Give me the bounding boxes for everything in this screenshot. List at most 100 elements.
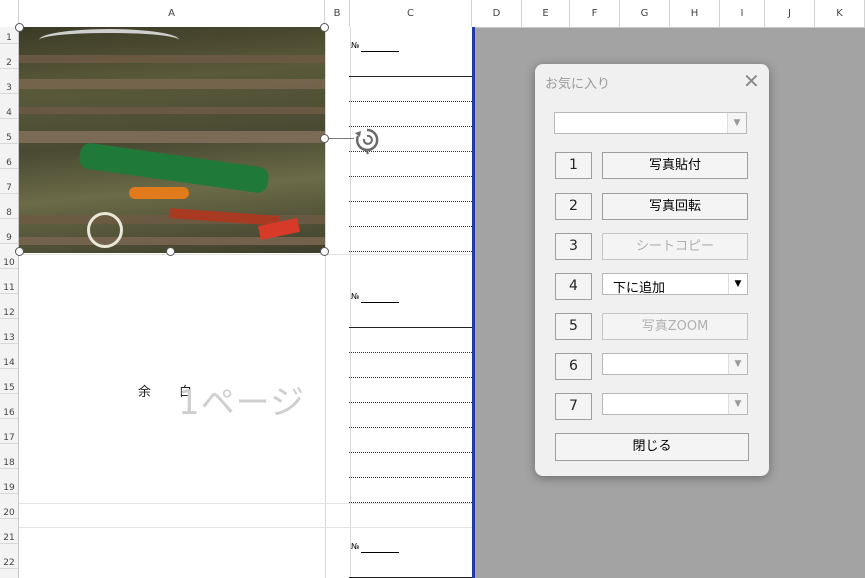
chevron-down-icon[interactable]: ▼	[727, 113, 746, 133]
row-header[interactable]: 16	[0, 408, 18, 419]
number-button-6[interactable]: 6	[555, 353, 592, 380]
photo-detail	[19, 55, 325, 63]
row-header[interactable]: 5	[0, 133, 18, 144]
form-line	[349, 76, 472, 77]
form-line	[349, 251, 472, 252]
rotate-handle-icon[interactable]	[354, 127, 380, 159]
form-line	[349, 502, 472, 503]
row-header[interactable]: 22	[0, 558, 18, 569]
favorites-dialog: お気に入り ✕ ▼ 1 写真貼付 2 写真回転 3 シートコピー 4 下に追加 …	[535, 64, 769, 476]
resize-handle[interactable]	[320, 134, 329, 143]
resize-handle[interactable]	[166, 247, 175, 256]
row-header[interactable]: 2	[0, 58, 18, 69]
row-header[interactable]: 12	[0, 308, 18, 319]
forest-photo[interactable]	[19, 27, 325, 253]
number-label: №	[351, 542, 360, 551]
resize-handle[interactable]	[320, 23, 329, 32]
sheet-copy-button[interactable]: シートコピー	[602, 233, 748, 260]
row-header[interactable]: 11	[0, 283, 18, 294]
row-header[interactable]: 14	[0, 358, 18, 369]
form-line	[349, 452, 472, 453]
column-header-h[interactable]: H	[670, 0, 720, 27]
page-break-line	[472, 27, 475, 578]
chevron-down-icon[interactable]: ▼	[728, 274, 747, 294]
chevron-down-icon[interactable]: ▼	[728, 354, 747, 374]
row-header[interactable]: 3	[0, 83, 18, 94]
column-header-i[interactable]: I	[720, 0, 765, 27]
add-below-value: 下に追加	[613, 281, 666, 296]
row-header[interactable]: 21	[0, 533, 18, 544]
form-line	[349, 101, 472, 102]
row-header[interactable]: 15	[0, 383, 18, 394]
form-line	[349, 477, 472, 478]
top-combo[interactable]: ▼	[554, 112, 747, 134]
gridline	[350, 27, 351, 578]
number-button-3[interactable]: 3	[555, 233, 592, 260]
column-header-j[interactable]: J	[765, 0, 815, 27]
form-line	[349, 377, 472, 378]
row-header[interactable]: 7	[0, 183, 18, 194]
number-underline	[361, 302, 399, 303]
row-header[interactable]: 6	[0, 158, 18, 169]
form-line	[349, 201, 472, 202]
row-header[interactable]: 4	[0, 108, 18, 119]
row-header[interactable]: 10	[0, 258, 18, 269]
photo-detail	[19, 107, 325, 114]
photo-detail	[19, 131, 325, 143]
close-button[interactable]: 閉じる	[555, 433, 749, 461]
number-button-4[interactable]: 4	[555, 273, 592, 300]
number-label: №	[351, 41, 360, 50]
row-header[interactable]: 9	[0, 233, 18, 244]
column-header-a[interactable]: A	[19, 0, 325, 27]
page-watermark: 1ページ	[178, 383, 305, 423]
column-header-c[interactable]: C	[350, 0, 472, 27]
form-line	[349, 176, 472, 177]
rotate-connector	[329, 138, 354, 139]
photo-detail	[19, 237, 325, 245]
row-header[interactable]: 20	[0, 508, 18, 519]
number-button-7[interactable]: 7	[555, 393, 592, 420]
gridline	[19, 527, 472, 528]
column-header-e[interactable]: E	[522, 0, 570, 27]
row-header[interactable]: 1	[0, 33, 18, 44]
resize-handle[interactable]	[320, 247, 329, 256]
row-header[interactable]: 13	[0, 333, 18, 344]
close-icon[interactable]: ✕	[743, 69, 760, 93]
photo-detail	[87, 212, 123, 248]
rotate-photo-button[interactable]: 写真回転	[602, 193, 748, 220]
number-button-2[interactable]: 2	[555, 193, 592, 220]
column-header-b[interactable]: B	[325, 0, 350, 27]
chevron-down-icon[interactable]: ▼	[728, 394, 747, 414]
photo-detail	[39, 29, 179, 51]
row7-combo[interactable]: ▼	[602, 393, 748, 415]
paste-photo-button[interactable]: 写真貼付	[602, 152, 748, 179]
row-header[interactable]: 18	[0, 458, 18, 469]
number-label: №	[351, 292, 360, 301]
form-line	[349, 352, 472, 353]
row-header-bar: 1 2 3 4 5 6 7 8 9 10 11 12 13 14 15 16 1…	[0, 27, 19, 578]
photo-detail	[19, 79, 325, 89]
form-line	[349, 427, 472, 428]
resize-handle[interactable]	[15, 247, 24, 256]
row6-combo[interactable]: ▼	[602, 353, 748, 375]
number-underline	[361, 552, 399, 553]
row-header[interactable]: 17	[0, 433, 18, 444]
dialog-title: お気に入り	[545, 77, 611, 92]
column-header-k[interactable]: K	[815, 0, 865, 27]
number-underline	[361, 51, 399, 52]
form-line	[349, 327, 472, 328]
form-line	[349, 226, 472, 227]
gridline	[19, 254, 472, 255]
row-header[interactable]: 8	[0, 208, 18, 219]
photo-zoom-button[interactable]: 写真ZOOM	[602, 313, 748, 340]
row-header[interactable]: 19	[0, 483, 18, 494]
number-button-5[interactable]: 5	[555, 313, 592, 340]
add-below-combo[interactable]: 下に追加 ▼	[602, 273, 748, 296]
column-header-f[interactable]: F	[570, 0, 620, 27]
column-header-g[interactable]: G	[620, 0, 670, 27]
column-header-d[interactable]: D	[472, 0, 522, 27]
column-header-bar: A B C D E F G H I J K	[0, 0, 865, 28]
form-line	[349, 402, 472, 403]
resize-handle[interactable]	[15, 23, 24, 32]
number-button-1[interactable]: 1	[555, 152, 592, 179]
